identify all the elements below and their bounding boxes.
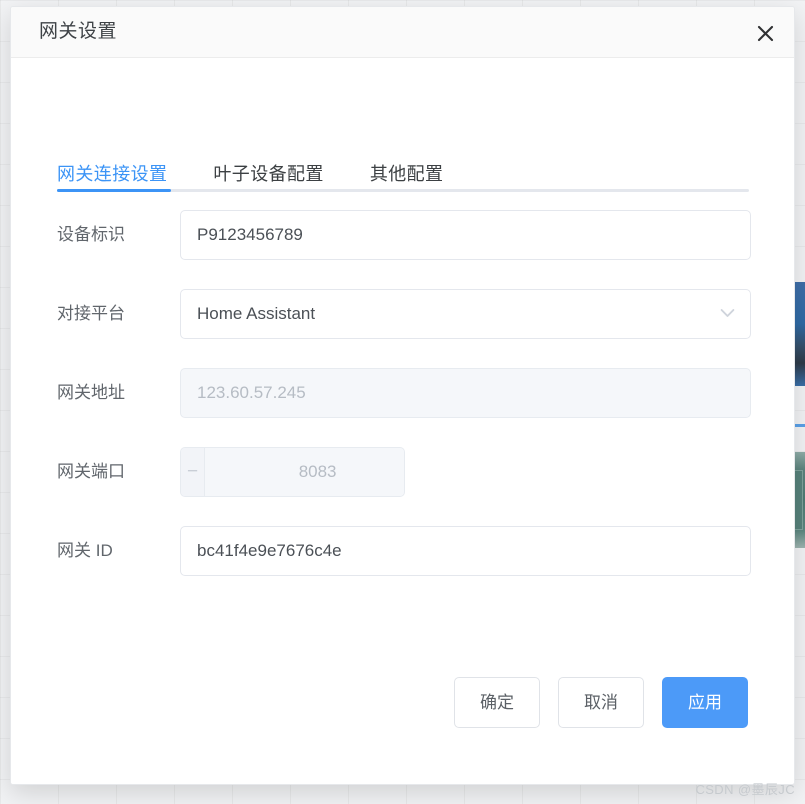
label-gateway-port: 网关端口: [57, 462, 125, 481]
dialog-body: 网关连接设置 叶子设备配置 其他配置 设备标识 对接平台: [11, 58, 794, 784]
form-row-platform: 对接平台: [11, 289, 794, 368]
device-id-input[interactable]: [180, 210, 751, 260]
label-gateway-address: 网关地址: [57, 383, 125, 402]
form-row-gateway-port: 网关端口 − +: [11, 447, 794, 526]
gateway-port-input: [205, 448, 404, 496]
form-row-gateway-address: 网关地址: [11, 368, 794, 447]
gateway-address-input: [180, 368, 751, 418]
platform-select[interactable]: [180, 289, 751, 339]
watermark: CSDN @墨辰JC: [695, 782, 795, 797]
port-decrement-button: −: [181, 448, 206, 496]
tab-bar: 网关连接设置 叶子设备配置 其他配置: [57, 151, 749, 194]
dialog-title: 网关设置: [39, 21, 118, 42]
label-device-id: 设备标识: [57, 225, 125, 244]
form-row-gateway-id: 网关 ID: [11, 526, 794, 605]
label-gateway-id: 网关 ID: [57, 541, 113, 560]
gateway-port-stepper: − +: [180, 447, 405, 497]
tab-leaf-device-config[interactable]: 叶子设备配置: [213, 160, 323, 186]
dialog-header: 网关设置: [11, 7, 794, 58]
apply-button[interactable]: 应用: [662, 677, 748, 728]
tab-gateway-connection[interactable]: 网关连接设置: [57, 160, 167, 186]
cancel-button[interactable]: 取消: [558, 677, 644, 728]
tab-active-indicator: [57, 189, 171, 192]
label-platform: 对接平台: [57, 304, 125, 323]
dialog-footer: 确定 取消 应用: [454, 677, 748, 728]
confirm-button[interactable]: 确定: [454, 677, 540, 728]
gateway-id-input[interactable]: [180, 526, 751, 576]
form-row-device-id: 设备标识: [11, 210, 794, 289]
close-icon[interactable]: [748, 16, 782, 50]
gateway-connection-form: 设备标识 对接平台 网关地址: [11, 210, 794, 605]
tab-other-config[interactable]: 其他配置: [370, 160, 444, 186]
platform-select-wrapper: [180, 289, 751, 339]
gateway-settings-dialog: 网关设置 网关连接设置 叶子设备配置 其他配置 设备标识 P9123456789…: [10, 6, 795, 785]
